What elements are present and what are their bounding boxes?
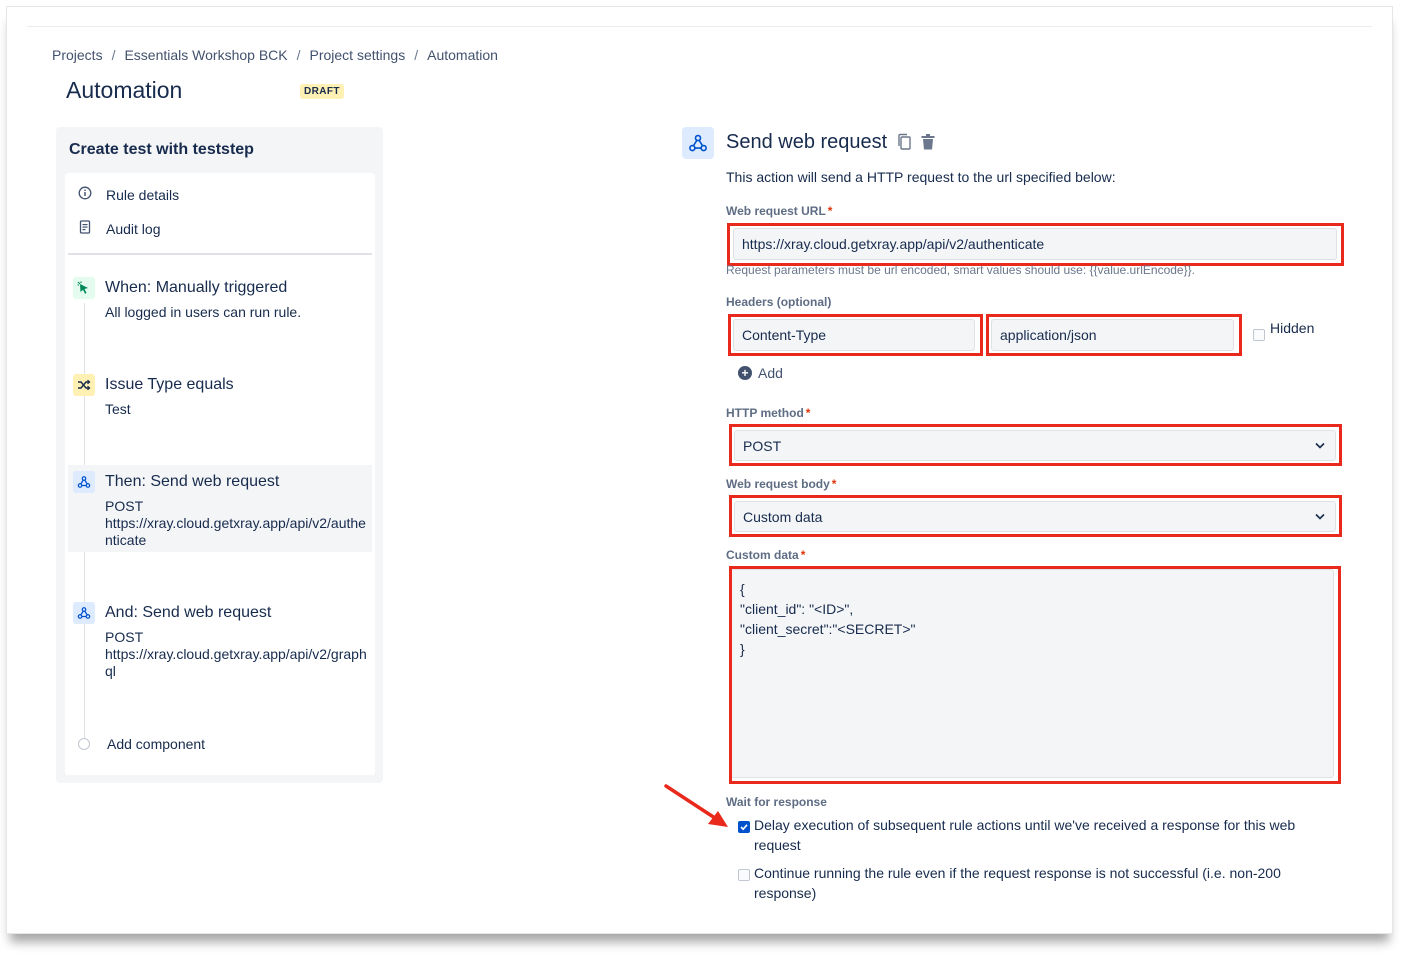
- body-label-text: Web request body: [726, 477, 830, 491]
- breadcrumb-projects[interactable]: Projects: [52, 47, 103, 63]
- rule-details-label: Rule details: [106, 186, 180, 203]
- action-description: This action will send a HTTP request to …: [726, 169, 1116, 185]
- top-divider: [27, 26, 1372, 27]
- rule-components-card: Rule details Audit log When: Manually tr…: [65, 173, 375, 775]
- webhook-icon: [73, 602, 95, 624]
- step-method: POST: [105, 629, 144, 645]
- checkmark-icon: [740, 824, 748, 831]
- add-component-dot-icon: [78, 738, 90, 750]
- highlight-box: [728, 314, 983, 356]
- highlight-box: [986, 314, 1242, 356]
- step-description: POST https://xray.cloud.getxray.app/api/…: [105, 629, 367, 680]
- url-label: Web request URL *: [726, 204, 832, 218]
- audit-log-label: Audit log: [106, 220, 161, 237]
- rule-step-condition[interactable]: Issue Type equals Test: [68, 368, 372, 428]
- step-title: And: Send web request: [105, 604, 272, 621]
- step-title: Issue Type equals: [105, 376, 234, 393]
- breadcrumb-separator: /: [414, 47, 419, 63]
- method-label: HTTP method *: [726, 406, 810, 420]
- add-component-button[interactable]: Add component: [77, 736, 205, 752]
- method-label-text: HTTP method: [726, 406, 804, 420]
- audit-log-link[interactable]: Audit log: [77, 220, 160, 237]
- step-url: https://xray.cloud.getxray.app/api/v2/gr…: [105, 646, 367, 679]
- divider: [68, 253, 372, 255]
- hidden-checkbox[interactable]: [1253, 329, 1265, 341]
- required-marker: *: [805, 406, 811, 420]
- continue-checkbox[interactable]: [738, 869, 750, 881]
- rule-panel: Create test with teststep Rule details A…: [56, 127, 383, 783]
- url-label-text: Web request URL: [726, 204, 826, 218]
- rule-name: Create test with teststep: [69, 141, 254, 158]
- cursor-click-icon: [73, 277, 95, 299]
- required-marker: *: [800, 548, 806, 562]
- headers-label: Headers (optional): [726, 295, 832, 309]
- url-help-text: Request parameters must be url encoded, …: [726, 263, 1195, 277]
- copy-icon[interactable]: [896, 133, 914, 151]
- breadcrumb-separator: /: [111, 47, 116, 63]
- annotation-arrow-icon: [664, 784, 728, 827]
- webhook-icon: [682, 127, 714, 159]
- custom-data-label-text: Custom data: [726, 548, 799, 562]
- breadcrumb: Projects / Essentials Workshop BCK / Project…: [52, 47, 498, 63]
- step-description: POST https://xray.cloud.getxray.app/api/…: [105, 498, 367, 549]
- rule-step-action-selected[interactable]: Then: Send web request POST https://xray…: [68, 465, 372, 552]
- highlight-box: [729, 566, 1341, 784]
- breadcrumb-project[interactable]: Essentials Workshop BCK: [124, 47, 287, 63]
- step-description: Test: [105, 401, 131, 417]
- status-badge: DRAFT: [300, 84, 344, 99]
- breadcrumb-automation[interactable]: Automation: [427, 47, 498, 63]
- required-marker: *: [827, 204, 833, 218]
- rule-step-trigger[interactable]: When: Manually triggered All logged in u…: [68, 271, 372, 331]
- custom-data-label: Custom data *: [726, 548, 805, 562]
- trash-icon[interactable]: [920, 133, 938, 151]
- document-icon: [77, 220, 93, 237]
- shuffle-icon: [73, 374, 95, 396]
- hidden-label: Hidden: [1270, 320, 1315, 336]
- plus-circle-icon: +: [738, 366, 752, 380]
- info-icon: [77, 186, 93, 203]
- rule-details-link[interactable]: Rule details: [77, 186, 179, 203]
- webhook-icon: [73, 471, 95, 493]
- highlight-box: [729, 424, 1342, 466]
- wait-for-response-label: Wait for response: [726, 795, 827, 809]
- action-title: Send web request: [726, 131, 888, 153]
- add-component-label: Add component: [107, 736, 206, 752]
- step-title: When: Manually triggered: [105, 279, 288, 296]
- step-method: POST: [105, 498, 144, 514]
- breadcrumb-separator: /: [296, 47, 301, 63]
- highlight-box: [727, 223, 1344, 266]
- delay-option-label: Delay execution of subsequent rule actio…: [754, 817, 1296, 853]
- continue-option-label: Continue running the rule even if the re…: [754, 865, 1281, 901]
- step-description: All logged in users can run rule.: [105, 304, 302, 320]
- add-header-button[interactable]: + Add: [738, 365, 783, 381]
- rule-step-action[interactable]: And: Send web request POST https://xray.…: [68, 596, 372, 683]
- step-title: Then: Send web request: [105, 473, 280, 490]
- breadcrumb-project-settings[interactable]: Project settings: [310, 47, 406, 63]
- page-title: Automation: [66, 77, 183, 103]
- add-header-label: Add: [758, 365, 783, 381]
- highlight-box: [729, 495, 1342, 537]
- required-marker: *: [831, 477, 837, 491]
- delay-checkbox[interactable]: [738, 821, 750, 833]
- body-label: Web request body *: [726, 477, 836, 491]
- step-url: https://xray.cloud.getxray.app/api/v2/au…: [105, 515, 366, 548]
